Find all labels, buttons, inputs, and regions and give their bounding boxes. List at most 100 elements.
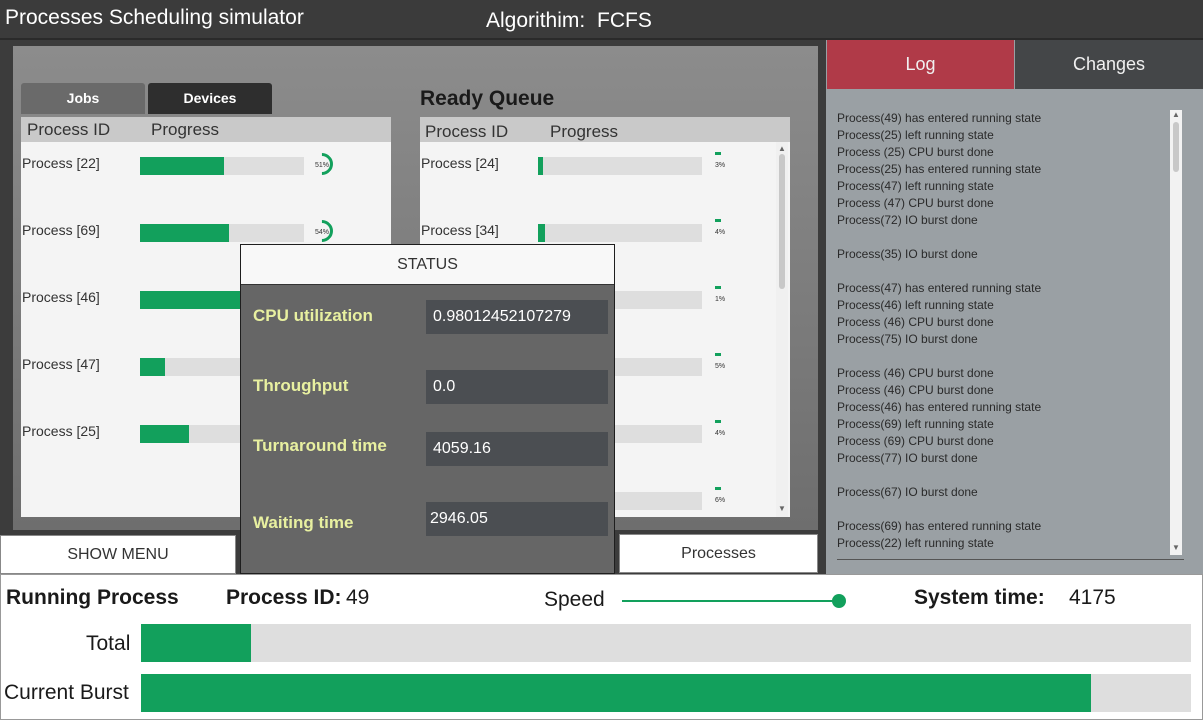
progress-bar [140,157,304,175]
progress-bar [538,224,702,242]
log-entry: Process (25) CPU burst done [837,145,994,159]
progress-fill [140,224,229,242]
show-menu-button[interactable]: SHOW MENU [0,535,236,574]
progress-bar [140,224,304,242]
process-label: Process [47] [22,356,100,372]
log-divider [837,559,1184,560]
list-item[interactable]: Process [24] 3% [420,152,776,193]
log-entry [837,229,1167,246]
algorithm-label: Algorithim: [486,9,586,32]
log-entry [837,348,1167,365]
app-title: Processes Scheduling simulator [5,6,304,29]
log-scrollbar[interactable]: ▲ ▼ [1170,110,1182,555]
progress-fill [538,224,545,242]
algorithm-value: FCFS [597,9,652,32]
log-entry [837,467,1167,484]
speed-slider[interactable] [622,592,846,610]
progress-ring [306,215,338,247]
progress-ring [715,420,721,423]
progress-ring [715,353,721,356]
process-id-label: Process ID: [226,586,342,609]
header-progress: Progress [151,120,220,139]
progress-ring [715,286,721,289]
progress-percent: 4% [715,430,726,437]
process-label: Process [24] [421,155,499,171]
progress-percent: 3% [715,162,726,169]
throughput-label: Throughput [253,376,349,395]
throughput-value: 0.0 [426,370,608,404]
progress-ring [715,152,721,155]
list-item[interactable]: Process [22] 51% [21,148,377,193]
progress-percent: 1% [715,296,726,303]
status-title: STATUS [241,245,614,285]
log-entry: Process(69) has entered running state [837,519,1042,533]
progress-ring [715,487,721,490]
log-entry: Process(75) IO burst done [837,332,978,346]
cpu-utilization-value: 0.98012452107279 [426,300,608,334]
process-id-value: 49 [346,586,370,609]
log-entry: Process(67) IO burst done [837,485,978,499]
process-label: Process [69] [22,222,100,238]
log-entry: Process(46) left running state [837,298,994,312]
progress-fill [140,157,224,175]
system-time-label: System time: [914,586,1045,609]
process-label: Process [25] [22,423,100,439]
progress-ring [715,219,721,222]
header-process-id: Process ID [425,122,509,141]
log-entry: Process(47) left running state [837,179,994,193]
ready-queue-scrollbar[interactable]: ▲ ▼ [776,142,788,517]
log-entry: Process(22) left running state [837,536,994,550]
log-entry: Process(25) has entered running state [837,162,1042,176]
log-entry: Process (46) CPU burst done [837,315,994,329]
processes-button[interactable]: Processes [619,534,818,573]
total-progress-fill [141,624,251,662]
header-process-id: Process ID [27,120,111,139]
progress-ring [306,148,338,180]
progress-fill [140,358,165,376]
log-entry [837,501,1167,518]
log-list: Process(49) has entered running state Pro… [837,110,1167,552]
log-entry: Process(72) IO burst done [837,213,978,227]
log-entry: Process(25) left running state [837,128,994,142]
running-process-title: Running Process [6,586,179,609]
system-time-value: 4175 [1069,586,1116,609]
jobs-list-header: Process ID Progress [21,117,391,142]
header-progress: Progress [550,122,619,141]
current-burst-progress-bar [141,674,1191,712]
waiting-time-value: 2946.05 [426,502,608,536]
log-entry: Process(77) IO burst done [837,451,978,465]
progress-fill [140,291,242,309]
total-label: Total [86,632,131,655]
tab-jobs[interactable]: Jobs [21,83,145,114]
log-entry: Process(35) IO burst done [837,247,978,261]
current-burst-progress-fill [141,674,1091,712]
process-label: Process [46] [22,289,100,305]
status-dialog: STATUS CPU utilization 0.98012452107279 … [240,244,615,574]
tab-log[interactable]: Log [827,40,1014,89]
tab-changes[interactable]: Changes [1015,40,1203,89]
log-entry: Process(46) has entered running state [837,400,1042,414]
log-entry: Process(69) left running state [837,417,994,431]
log-entry: Process(49) has entered running state [837,111,1042,125]
speed-slider-thumb[interactable] [832,594,846,608]
ready-queue-header: Process ID Progress [420,117,790,142]
log-entry: Process (46) CPU burst done [837,366,994,380]
turnaround-time-label: Turnaround time [253,436,387,455]
waiting-time-label: Waiting time [253,513,354,532]
progress-bar [538,157,702,175]
tab-devices[interactable]: Devices [148,83,272,114]
cpu-utilization-label: CPU utilization [253,306,373,325]
log-entry: Process (47) CPU burst done [837,196,994,210]
current-burst-label: Current Burst [4,681,129,704]
turnaround-time-value: 4059.16 [426,432,608,466]
progress-percent: 6% [715,497,726,504]
total-progress-bar [141,624,1191,662]
ready-queue-title: Ready Queue [420,87,555,110]
progress-percent: 5% [715,363,726,370]
progress-percent: 4% [715,229,726,236]
progress-fill [140,425,189,443]
log-entry: Process (46) CPU burst done [837,383,994,397]
log-entry [837,263,1167,280]
process-label: Process [22] [22,155,100,171]
progress-fill [538,157,543,175]
